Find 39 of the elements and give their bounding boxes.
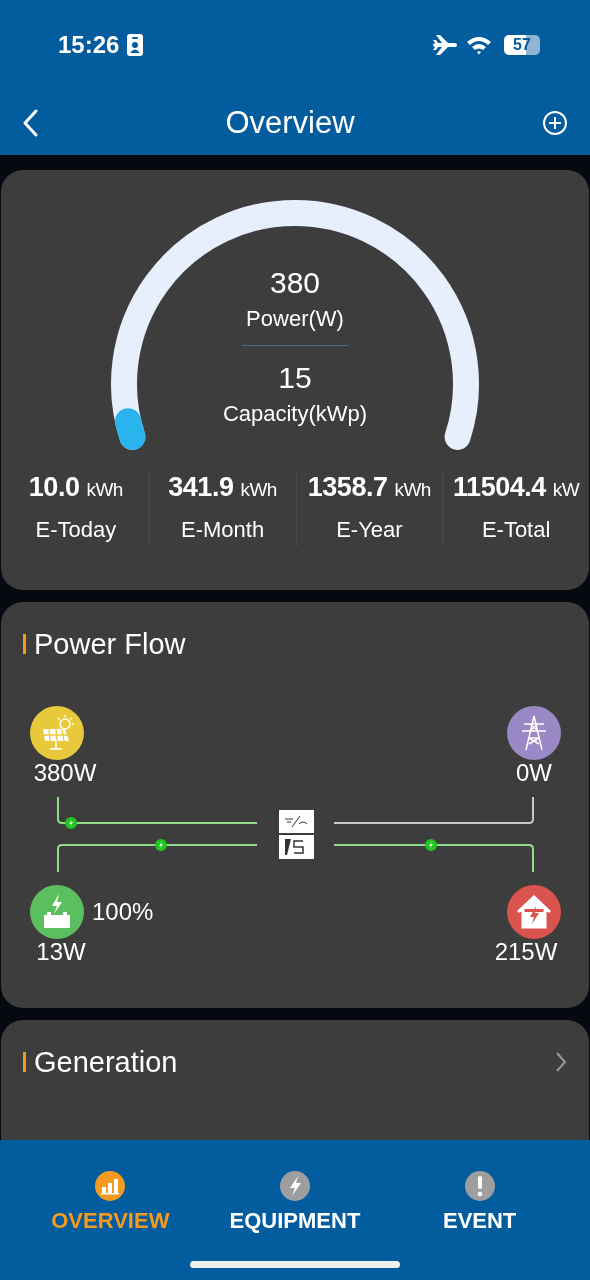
add-icon[interactable] bbox=[542, 109, 568, 136]
id-card-icon bbox=[127, 34, 144, 56]
bar-chart-icon bbox=[94, 1170, 127, 1202]
power-reading: 0W bbox=[516, 759, 552, 787]
power-reading: 380W bbox=[33, 759, 97, 787]
energy-value: 11504.4 kW bbox=[453, 471, 580, 504]
power-label: Power(W) bbox=[246, 305, 344, 333]
nav-tab[interactable]: EVENT bbox=[399, 1170, 560, 1234]
flow-dot-icon bbox=[425, 839, 437, 851]
energy-value: 341.9 kWh bbox=[168, 471, 277, 504]
exclamation-icon bbox=[463, 1170, 496, 1202]
energy-value: 10.0 kWh bbox=[28, 471, 123, 504]
section-title: Generation bbox=[34, 1045, 178, 1079]
flow-dot-icon bbox=[65, 817, 77, 829]
accent-mark bbox=[23, 634, 26, 654]
page-title: Overview bbox=[224, 104, 356, 141]
energy-label: E-Total bbox=[481, 516, 551, 544]
bolt-icon bbox=[279, 1170, 311, 1202]
battery-icon: 57 bbox=[504, 35, 540, 55]
energy-label: E-Today bbox=[35, 516, 117, 544]
chevron-right-icon[interactable] bbox=[555, 1051, 567, 1073]
inverter-icon bbox=[279, 810, 314, 859]
nav-tab[interactable]: EQUIPMENT bbox=[215, 1170, 375, 1234]
energy-label: E-Month bbox=[181, 516, 265, 544]
battery-charge: 100% bbox=[92, 898, 154, 926]
airplane-icon bbox=[432, 34, 458, 56]
power-reading: 13W bbox=[36, 938, 86, 966]
accent-mark bbox=[23, 1052, 26, 1072]
back-icon[interactable] bbox=[22, 108, 38, 137]
section-title: Power Flow bbox=[34, 627, 186, 661]
flow-dot-icon bbox=[155, 839, 167, 851]
energy-value: 1358.7 kWh bbox=[307, 471, 431, 504]
capacity-value: 15 bbox=[278, 360, 312, 396]
capacity-label: Capacity(kWp) bbox=[222, 400, 368, 428]
power-reading: 215W bbox=[494, 938, 558, 966]
wifi-icon bbox=[466, 35, 492, 55]
energy-label: E-Year bbox=[336, 516, 403, 544]
status-time: 15:26 bbox=[58, 31, 120, 59]
power-value: 380 bbox=[269, 265, 321, 301]
